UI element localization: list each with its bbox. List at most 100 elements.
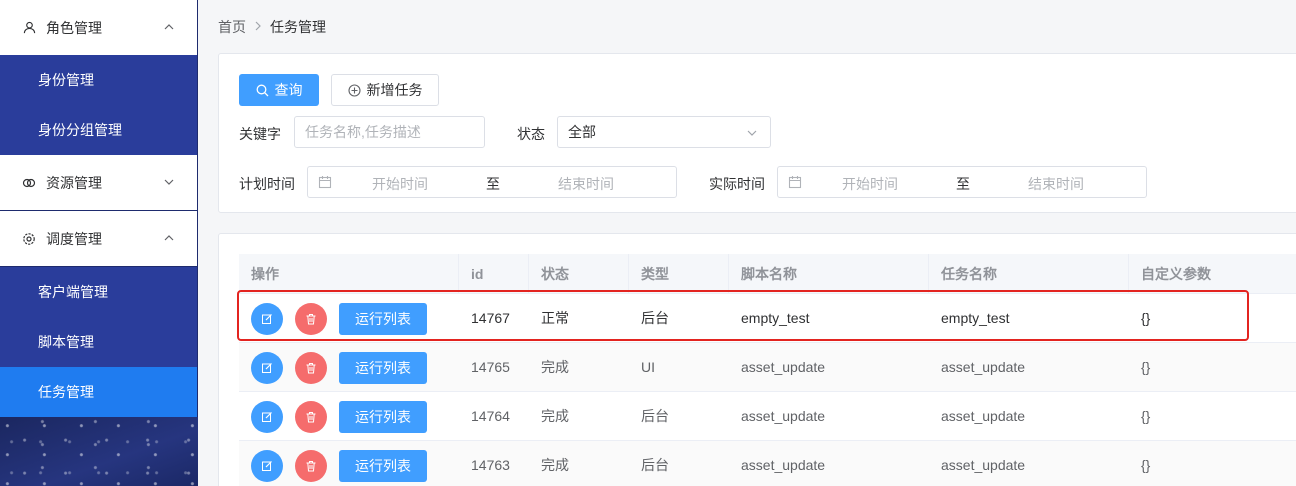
cell-type: 后台 [641,408,669,424]
delete-button[interactable] [295,450,327,482]
sidebar-item-label: 脚本管理 [38,334,94,350]
sidebar-item-task[interactable]: 任务管理 [0,367,197,417]
table-header: 操作 id 状态 类型 脚本名称 任务名称 自定义参数 [239,254,1296,294]
cell-id: 14763 [471,457,510,473]
breadcrumb: 首页 任务管理 [218,17,326,37]
edit-button[interactable] [251,450,283,482]
table-row[interactable]: 运行列表 14764 完成 后台 asset_update asset_upda… [239,392,1296,441]
edit-icon [262,363,272,373]
cell-script: empty_test [741,310,810,326]
filter-panel: 查询 新增任务 关键字 任务名称,任务描述 状态 全部 计划时间 开始时间 至 … [218,53,1296,213]
menu-group-label: 资源管理 [46,174,102,191]
sidebar: 角色管理 身份管理 身份分组管理 资源管理 调度管理 客户端管理 脚本管理 任务… [0,0,198,486]
sidebar-item-label: 客户端管理 [38,284,108,300]
actual-time-range[interactable]: 开始时间 至 结束时间 [777,166,1147,198]
table-row[interactable]: 运行列表 14763 完成 后台 asset_update asset_upda… [239,441,1296,486]
trash-icon [306,412,316,423]
run-list-button[interactable]: 运行列表 [339,401,427,433]
plan-time-range[interactable]: 开始时间 至 结束时间 [307,166,677,198]
edit-button[interactable] [251,352,283,384]
search-icon [256,84,268,96]
keyword-input[interactable]: 任务名称,任务描述 [294,116,485,148]
actual-start-placeholder: 开始时间 [842,176,898,192]
gear-icon [22,232,36,246]
column-header: 任务名称 [929,254,1129,294]
sidebar-item-script[interactable]: 脚本管理 [0,317,197,367]
edit-button[interactable] [251,401,283,433]
sidebar-background [0,417,198,486]
menu-group-schedule[interactable]: 调度管理 [0,211,197,266]
cell-task: asset_update [941,359,1026,375]
main-content: 首页 任务管理 查询 新增任务 关键字 任务名称,任务描述 状态 全部 计划时间… [198,0,1296,486]
calendar-icon [318,176,332,189]
cell-type: 后台 [641,457,669,473]
column-header: id [459,254,529,294]
cell-id: 14765 [471,359,510,375]
menu-group-label: 角色管理 [46,19,102,36]
trash-icon [306,363,316,374]
status-label: 状态 [517,126,545,142]
chevron-up-icon [164,24,174,30]
cell-status: 完成 [541,359,569,375]
chevron-down-icon [164,179,174,185]
keyword-placeholder: 任务名称,任务描述 [305,124,421,140]
cell-params: {} [1141,408,1151,424]
run-list-button[interactable]: 运行列表 [339,450,427,482]
edit-icon [262,314,272,324]
edit-button[interactable] [251,303,283,335]
breadcrumb-current: 任务管理 [270,19,326,35]
status-select[interactable]: 全部 [557,116,771,148]
status-value: 全部 [568,124,596,140]
chevron-right-icon [254,20,262,34]
cell-status: 完成 [541,457,569,473]
sidebar-item-identity[interactable]: 身份管理 [0,55,197,105]
keyword-label: 关键字 [239,126,281,142]
actual-time-label: 实际时间 [709,176,765,192]
add-task-label: 新增任务 [366,82,423,98]
cell-script: asset_update [741,457,826,473]
breadcrumb-home[interactable]: 首页 [218,17,246,37]
trash-icon [306,461,316,472]
cell-script: asset_update [741,408,826,424]
run-list-button[interactable]: 运行列表 [339,352,427,384]
sidebar-item-client[interactable]: 客户端管理 [0,267,197,317]
column-header: 类型 [629,254,729,294]
sidebar-item-identity-group[interactable]: 身份分组管理 [0,105,197,155]
run-list-button[interactable]: 运行列表 [339,303,427,335]
add-task-button[interactable]: 新增任务 [331,74,439,106]
column-header: 操作 [239,254,459,294]
menu-group-role[interactable]: 角色管理 [0,0,197,55]
chevron-down-icon [747,130,757,136]
cell-params: {} [1141,457,1151,473]
sidebar-item-label: 任务管理 [38,384,94,400]
query-button-label: 查询 [274,82,303,98]
trash-icon [306,314,316,325]
plus-circle-icon [347,83,361,97]
edit-icon [262,461,272,471]
user-icon [22,21,36,35]
cell-task: asset_update [941,408,1026,424]
table-row[interactable]: 运行列表 14767 正常 后台 empty_test empty_test {… [239,294,1296,343]
plan-start-placeholder: 开始时间 [372,176,428,192]
cell-script: asset_update [741,359,826,375]
sidebar-item-label: 身份分组管理 [38,122,122,138]
resource-icon [22,176,36,190]
cell-type: 后台 [641,310,669,326]
cell-status: 正常 [541,310,569,326]
cell-task: asset_update [941,457,1026,473]
table-row[interactable]: 运行列表 14765 完成 UI asset_update asset_upda… [239,343,1296,392]
actual-end-placeholder: 结束时间 [1028,176,1084,192]
query-button[interactable]: 查询 [239,74,319,106]
delete-button[interactable] [295,401,327,433]
delete-button[interactable] [295,303,327,335]
column-header: 自定义参数 [1141,266,1211,282]
cell-id: 14764 [471,408,510,424]
plan-end-placeholder: 结束时间 [558,176,614,192]
plan-time-label: 计划时间 [239,176,295,192]
delete-button[interactable] [295,352,327,384]
menu-group-resource[interactable]: 资源管理 [0,155,197,210]
cell-status: 完成 [541,408,569,424]
cell-params: {} [1141,359,1151,375]
cell-task: empty_test [941,310,1010,326]
cell-params: {} [1141,310,1151,326]
